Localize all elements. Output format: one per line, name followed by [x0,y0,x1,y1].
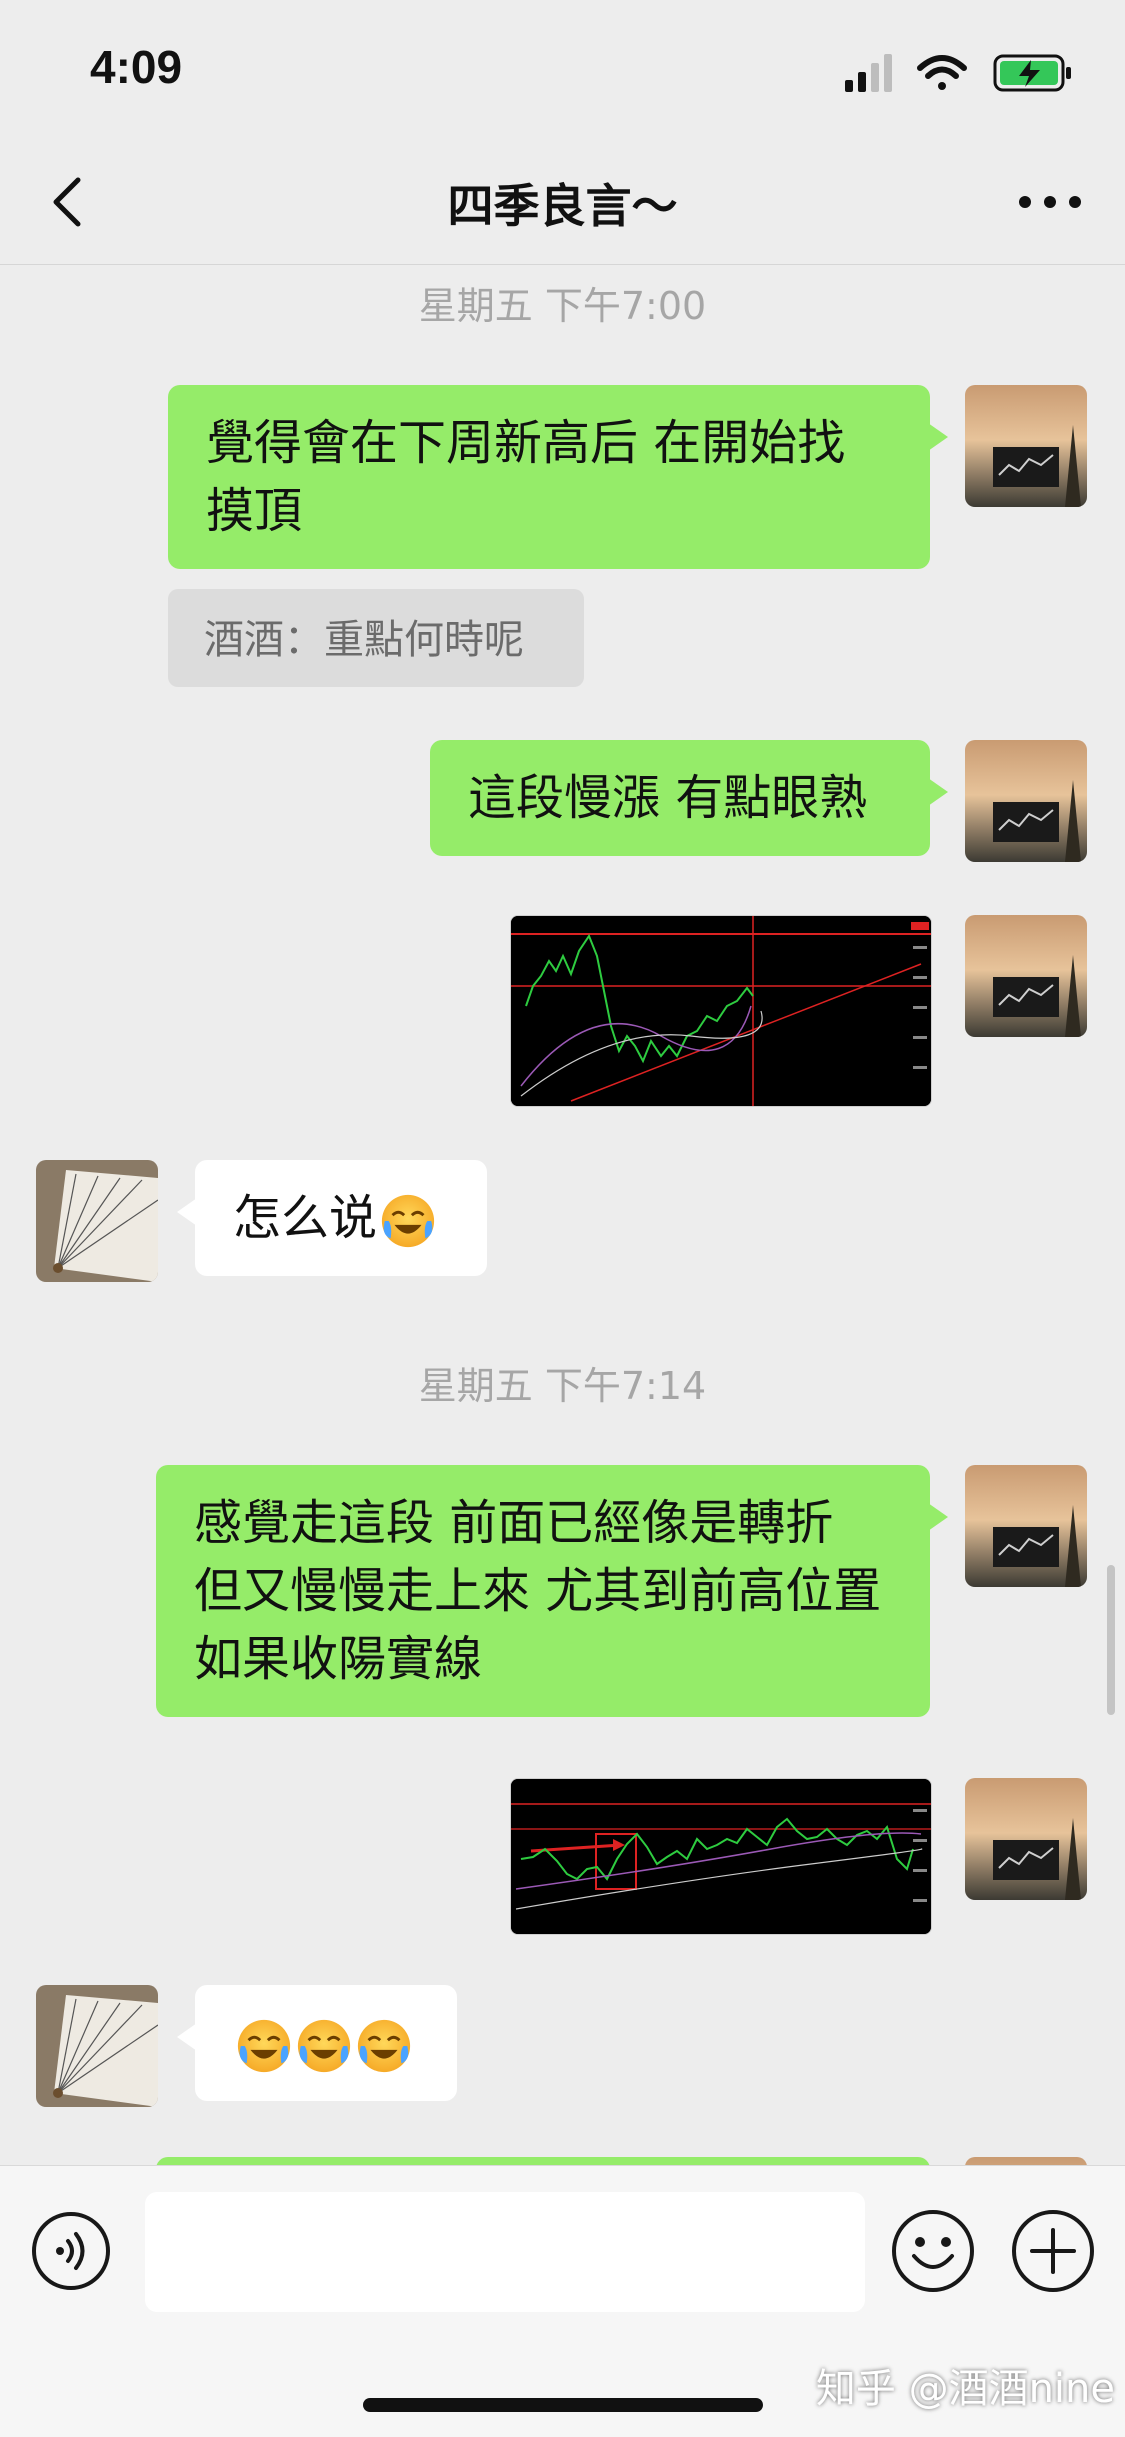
crying-laughing-emoji [357,2019,411,2073]
battery-charging-icon [993,54,1071,92]
chart-image-message[interactable] [510,915,932,1107]
more-icon[interactable] [1015,180,1085,224]
my-message-bubble[interactable]: 感覺走這段 前面已經像是轉折 但又慢慢走上來 尤其到前高位置 如果收陽實線 [156,1465,948,1717]
timestamp: 星期五 下午7:14 [418,1364,707,1408]
status-time: 4:09 [90,41,183,93]
crying-laughing-emoji [237,2019,291,2073]
my-avatar[interactable] [965,1778,1087,1900]
my-message-bubble[interactable]: 覺得會在下周新高后 在開始找摸頂 [168,385,948,569]
my-avatar[interactable] [965,1465,1087,1587]
chart-image-message[interactable] [510,1778,932,1935]
emoji-icon[interactable] [890,2208,976,2294]
contact-message-bubble[interactable] [177,1985,457,2101]
candlestick-chart-image [511,916,931,1106]
my-avatar[interactable] [965,385,1087,507]
my-message-bubble-partial[interactable] [156,2157,930,2165]
wifi-icon [917,55,967,90]
status-bar: 4:09 [0,0,1125,140]
watermark: 知乎 @酒酒nine [815,2366,1115,2412]
scrollbar[interactable] [1107,1565,1115,1715]
signal-icon [845,54,892,92]
contact-avatar[interactable] [36,1985,158,2107]
voice-icon[interactable] [30,2210,112,2292]
contact-message-bubble[interactable]: 怎么说 [177,1160,487,1276]
crying-laughing-emoji [297,2019,351,2073]
quoted-message[interactable]: 酒酒：重點何時呢 [168,589,584,687]
message-input[interactable] [145,2192,865,2312]
chat-title: 四季良言～ [447,179,678,233]
my-avatar[interactable] [965,915,1087,1037]
my-avatar[interactable] [965,740,1087,862]
timestamp: 星期五 下午7:00 [418,284,707,328]
contact-avatar[interactable] [36,1160,158,1282]
candlestick-chart-image [511,1779,931,1934]
status-icons [845,54,1071,92]
chat-area[interactable]: 星期五 下午7:00 覺得會在下周新高后 在開始找摸頂 酒酒：重點何時呢 這段慢… [0,265,1125,2165]
my-avatar[interactable] [965,2157,1087,2165]
nav-bar: 四季良言～ [0,140,1125,265]
home-indicator[interactable] [363,2398,763,2412]
crying-laughing-emoji [381,1194,435,1248]
contact-message-text: 怎么说 [233,1190,378,1246]
my-message-bubble[interactable]: 這段慢漲 有點眼熟 [430,740,948,856]
plus-icon[interactable] [1010,2208,1096,2294]
